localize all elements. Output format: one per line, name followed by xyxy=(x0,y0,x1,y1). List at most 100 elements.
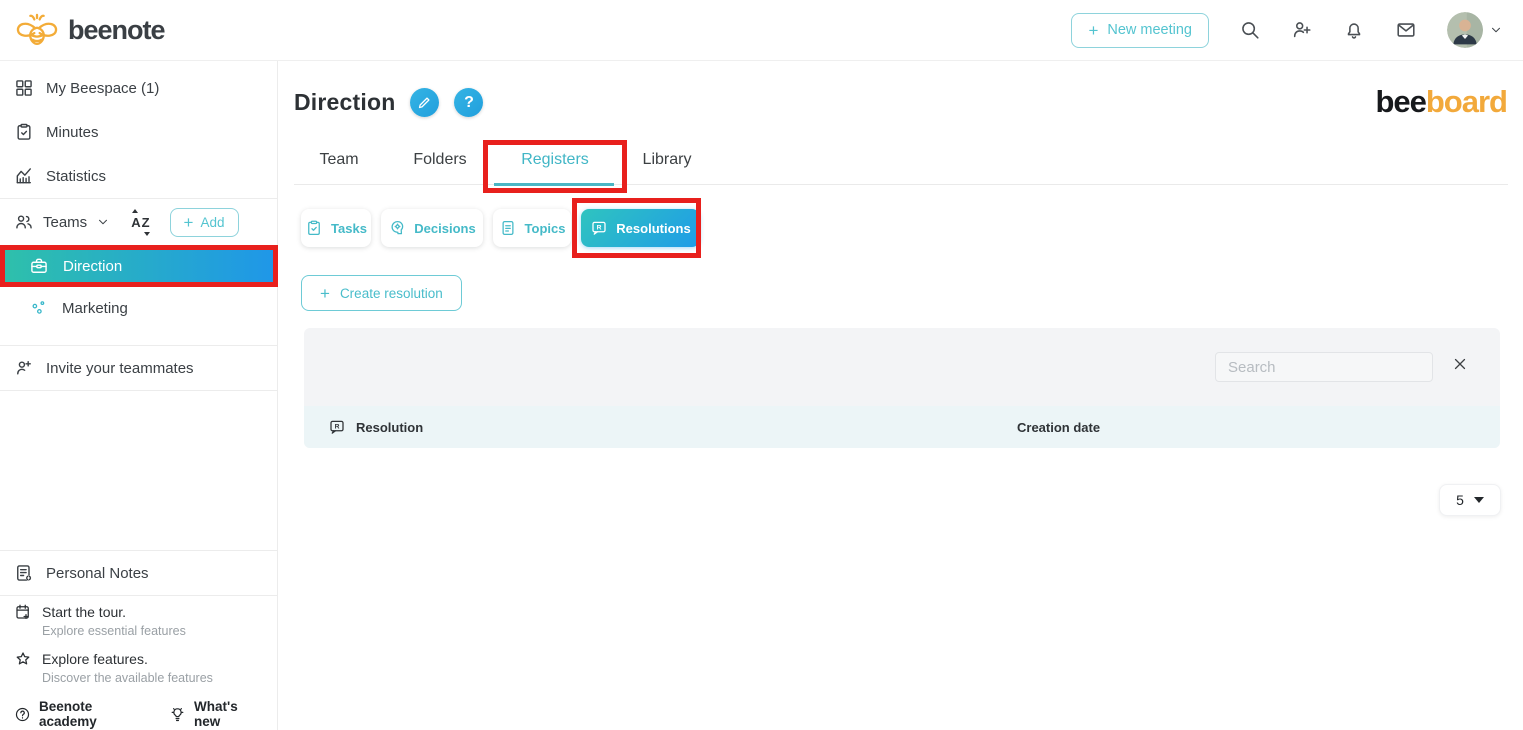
briefcase-icon xyxy=(29,256,49,276)
explore-features-subtitle: Discover the available features xyxy=(42,671,263,685)
teams-header-row: Teams AZ + Add xyxy=(0,199,277,245)
create-resolution-label: Create resolution xyxy=(340,286,443,301)
resolution-bubble-icon: R xyxy=(328,418,346,436)
notes-icon xyxy=(14,563,34,583)
topics-document-icon xyxy=(499,219,517,237)
pencil-icon xyxy=(417,95,432,110)
sidebar-item-label: Minutes xyxy=(46,124,99,141)
new-meeting-label: New meeting xyxy=(1107,22,1192,38)
lightbulb-icon xyxy=(169,706,186,723)
register-chip-topics[interactable]: Topics xyxy=(493,209,571,247)
search-icon[interactable] xyxy=(1239,19,1261,41)
bee-logo-icon xyxy=(14,10,60,50)
start-tour-subtitle: Explore essential features xyxy=(42,624,263,638)
add-label: Add xyxy=(200,215,224,230)
start-tour-label: Start the tour. xyxy=(42,604,126,620)
minutes-clipboard-icon xyxy=(14,122,34,142)
register-chip-resolutions[interactable]: R Resolutions xyxy=(581,209,700,247)
sidebar-item-personal-notes[interactable]: Personal Notes xyxy=(0,551,277,595)
resolution-bubble-icon: R xyxy=(590,219,608,237)
help-button[interactable]: ? xyxy=(454,88,483,117)
page-size-value: 5 xyxy=(1456,492,1464,508)
table-header-row: R Resolution Creation date xyxy=(304,406,1500,448)
register-chip-tasks[interactable]: Tasks xyxy=(301,209,371,247)
grid-icon xyxy=(14,78,34,98)
add-user-icon[interactable] xyxy=(1291,19,1313,41)
whats-new-label: What's new xyxy=(194,699,263,729)
tab-bar: Team Folders Registers Library xyxy=(294,135,1508,185)
sidebar-item-statistics[interactable]: Statistics xyxy=(0,154,277,198)
search-input[interactable] xyxy=(1215,352,1433,382)
register-type-row: Tasks Decisions Topics R Resolutions xyxy=(294,209,1523,247)
star-icon xyxy=(14,650,32,668)
sidebar-item-direction[interactable]: Direction xyxy=(5,250,273,282)
sidebar-item-invite-teammates[interactable]: Invite your teammates xyxy=(0,346,277,390)
teams-people-icon xyxy=(14,212,34,232)
dots-scatter-icon xyxy=(30,299,48,317)
plus-icon: + xyxy=(320,285,330,302)
teams-dropdown[interactable]: Teams xyxy=(43,214,87,231)
notifications-bell-icon[interactable] xyxy=(1343,19,1365,41)
plus-icon: + xyxy=(1088,22,1098,39)
tab-team[interactable]: Team xyxy=(316,135,362,184)
page-size-select[interactable]: 5 xyxy=(1439,484,1501,516)
plus-icon: + xyxy=(184,214,194,231)
svg-text:R: R xyxy=(335,423,340,430)
whats-new-link[interactable]: What's new xyxy=(169,699,263,729)
tab-library[interactable]: Library xyxy=(638,135,696,184)
mail-icon[interactable] xyxy=(1395,19,1417,41)
calendar-plus-icon xyxy=(14,603,32,621)
column-header-creation-date: Creation date xyxy=(1017,420,1100,435)
top-bar: beenote + New meeting xyxy=(0,0,1523,60)
main-content: Direction ? beeboard Team Folders Regist… xyxy=(278,60,1523,730)
chip-label: Topics xyxy=(525,221,566,236)
sidebar-item-label: Invite your teammates xyxy=(46,360,194,377)
invite-person-plus-icon xyxy=(14,358,34,378)
beeboard-logo-board: board xyxy=(1426,84,1507,119)
beenote-logo[interactable]: beenote xyxy=(14,10,165,50)
svg-text:R: R xyxy=(597,224,602,231)
sidebar-bottom-row: Beenote academy What's new xyxy=(0,690,277,730)
avatar[interactable] xyxy=(1447,12,1483,48)
register-chip-decisions[interactable]: Decisions xyxy=(381,209,483,247)
beenote-academy-link[interactable]: Beenote academy xyxy=(14,699,147,729)
chip-label: Tasks xyxy=(331,221,367,236)
tab-folders[interactable]: Folders xyxy=(408,135,472,184)
tasks-clipboard-icon xyxy=(305,219,323,237)
explore-features-link[interactable]: Explore features. Discover the available… xyxy=(0,643,277,690)
sidebar-item-label: My Beespace (1) xyxy=(46,80,159,97)
column-header-resolution: R Resolution xyxy=(328,418,423,436)
column-label: Resolution xyxy=(356,420,423,435)
sidebar: My Beespace (1) Minutes Statistics Teams… xyxy=(0,60,278,730)
page-title: Direction xyxy=(294,89,395,116)
sidebar-item-marketing[interactable]: Marketing xyxy=(0,287,277,329)
team-label: Marketing xyxy=(62,300,128,317)
sidebar-item-my-beespace[interactable]: My Beespace (1) xyxy=(0,66,277,110)
beenote-logo-text: beenote xyxy=(68,15,165,46)
create-resolution-button[interactable]: + Create resolution xyxy=(301,275,462,311)
sidebar-item-label: Personal Notes xyxy=(46,565,149,582)
dropdown-triangle-icon xyxy=(1474,497,1484,503)
add-team-button[interactable]: + Add xyxy=(170,208,239,237)
explore-features-label: Explore features. xyxy=(42,651,148,667)
question-icon: ? xyxy=(464,95,474,111)
tab-registers[interactable]: Registers xyxy=(518,135,592,184)
resolutions-table: R Resolution Creation date xyxy=(304,328,1500,448)
beeboard-logo-bee: bee xyxy=(1375,84,1425,119)
chevron-down-icon xyxy=(1489,23,1503,37)
teams-chevron-icon[interactable] xyxy=(96,215,110,229)
start-tour-link[interactable]: Start the tour. Explore essential featur… xyxy=(0,596,277,643)
statistics-chart-icon xyxy=(14,166,34,186)
new-meeting-button[interactable]: + New meeting xyxy=(1071,13,1209,48)
beenote-academy-label: Beenote academy xyxy=(39,699,147,729)
team-label: Direction xyxy=(63,258,122,275)
chip-label: Decisions xyxy=(414,221,475,236)
annotation-box-direction: Direction xyxy=(0,245,278,287)
sidebar-item-minutes[interactable]: Minutes xyxy=(0,110,277,154)
decisions-head-icon xyxy=(388,219,406,237)
question-circle-icon xyxy=(14,706,31,723)
sort-az-icon[interactable]: AZ xyxy=(129,209,152,236)
edit-team-button[interactable] xyxy=(410,88,439,117)
clear-search-icon[interactable] xyxy=(1451,355,1469,373)
user-menu[interactable] xyxy=(1447,12,1503,48)
